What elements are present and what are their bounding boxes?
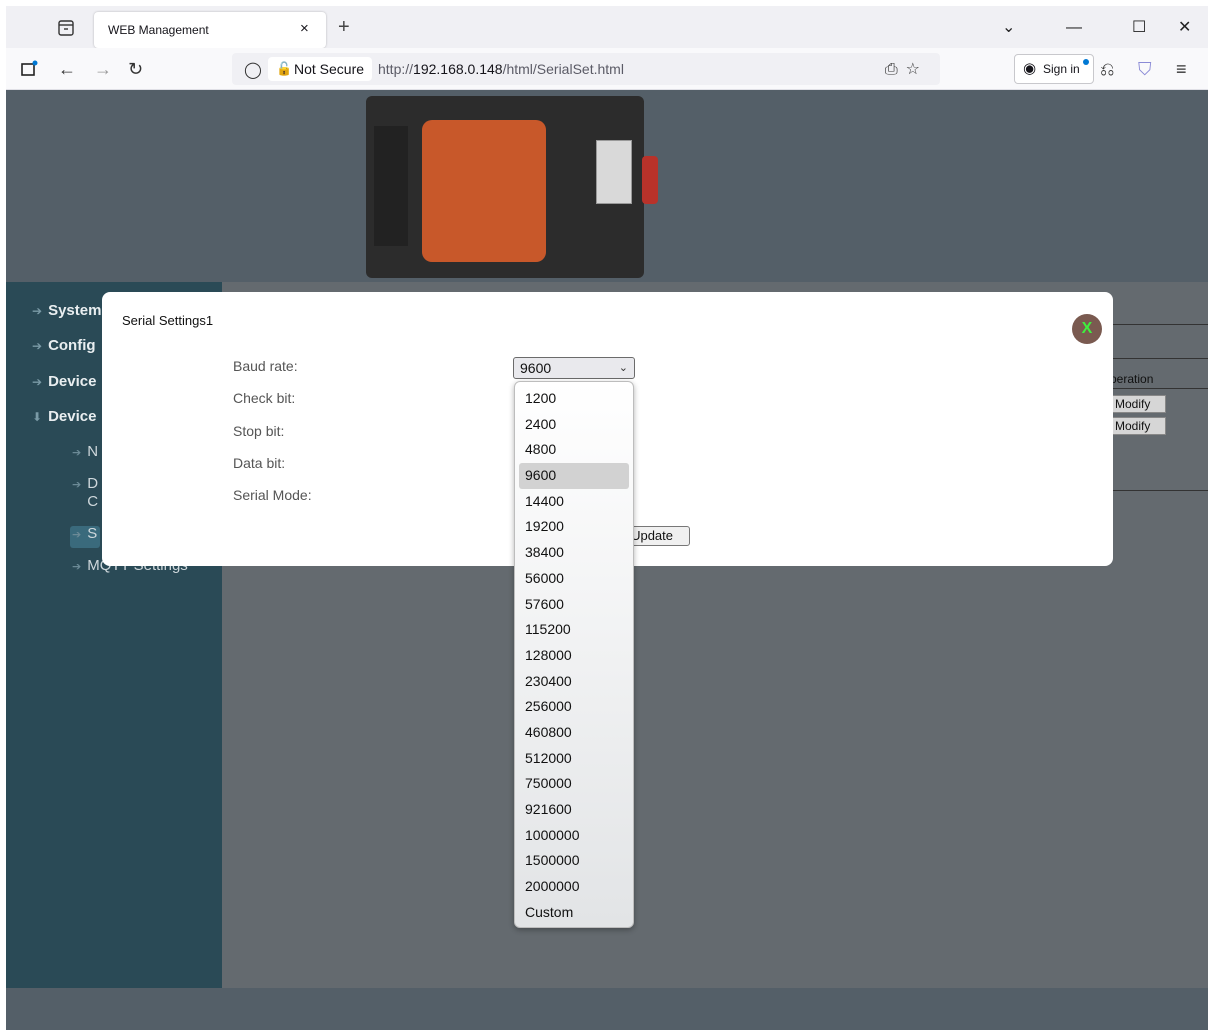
sidebar-item-device-2[interactable]: ⬇ Device [32, 408, 96, 425]
bookmark-star-icon[interactable]: ☆ [906, 61, 928, 78]
not-secure-badge[interactable]: 🔓 Not Secure [268, 57, 373, 81]
forward-icon[interactable]: → [94, 60, 112, 78]
list-all-tabs-icon[interactable]: ⌄ [1002, 20, 1015, 36]
browser-tab[interactable]: WEB Management × [94, 12, 326, 48]
window-close-icon[interactable]: ✕ [1178, 20, 1191, 36]
page-footer [6, 988, 1208, 1030]
ethernet-port [596, 140, 632, 204]
baud-option[interactable]: 1200 [515, 386, 633, 412]
sidebar-subitem-d[interactable]: ➔ D [72, 475, 98, 492]
sign-in-label: Sign in [1043, 62, 1080, 76]
table-divider [1102, 358, 1208, 359]
modal-title: Serial Settings1 [122, 313, 214, 328]
browser-navbar: ← → ↻ ◯ 🔓 Not Secure http://192.168.0.14… [6, 48, 1208, 90]
baud-option[interactable]: 921600 [515, 797, 633, 823]
minimize-icon[interactable]: — [1066, 20, 1082, 36]
mounting-clip [642, 156, 658, 204]
baud-option[interactable]: 750000 [515, 771, 633, 797]
tracking-shield-icon[interactable]: ◯ [244, 60, 262, 80]
data-bit-label: Data bit: [233, 455, 286, 471]
modify-button-1[interactable]: Modify [1110, 395, 1166, 413]
baud-option[interactable]: 512000 [515, 746, 633, 772]
baud-rate-value: 9600 [520, 360, 552, 376]
sign-in-button[interactable]: ◉ Sign in [1014, 54, 1094, 84]
baud-option[interactable]: 14400 [515, 489, 633, 515]
url-actions: ⎙☆ [885, 59, 928, 79]
baud-option[interactable]: 9600 [519, 463, 629, 489]
not-secure-label: Not Secure [294, 61, 365, 77]
sidebar-item-system[interactable]: ➔ System [32, 302, 101, 319]
account-icon: ◉ [1023, 60, 1037, 77]
tab-list-icon[interactable] [56, 18, 76, 38]
tab-close-icon[interactable]: × [300, 20, 309, 37]
baud-rate-select[interactable]: 9600 ⌄ [513, 357, 635, 379]
baud-rate-options: 1200 2400 4800 9600 14400 19200 38400 56000 5760… [515, 382, 633, 925]
url-text[interactable]: http://192.168.0.148/html/SerialSet.html [378, 61, 624, 77]
terminal-block [374, 126, 408, 246]
baud-option[interactable]: 115200 [515, 617, 633, 643]
baud-option[interactable]: Custom [515, 900, 633, 926]
sidebar-item-device-1[interactable]: ➔ Device [32, 373, 96, 390]
device-board [422, 120, 546, 262]
baud-option[interactable]: 256000 [515, 694, 633, 720]
sidebar-item-config[interactable]: ➔ Config [32, 337, 96, 354]
vpn-shield-icon[interactable]: ⛉ [1138, 60, 1152, 78]
reload-icon[interactable]: ↻ [128, 60, 143, 78]
baud-option[interactable]: 4800 [515, 437, 633, 463]
extensions-icon[interactable]: ⎌ [1100, 60, 1114, 78]
modal-close-button[interactable]: X [1072, 314, 1102, 344]
baud-option[interactable]: 38400 [515, 540, 633, 566]
baud-option[interactable]: 19200 [515, 514, 633, 540]
table-divider [1102, 324, 1208, 325]
chevron-down-icon: ⌄ [618, 362, 628, 374]
baud-option[interactable]: 1500000 [515, 848, 633, 874]
device-image [366, 96, 658, 278]
baud-option[interactable]: 2000000 [515, 874, 633, 900]
baud-option[interactable]: 1000000 [515, 823, 633, 849]
browser-titlebar: WEB Management × + ⌄ — ☐ ✕ [6, 6, 1208, 48]
check-bit-label: Check bit: [233, 390, 296, 406]
new-tab-icon[interactable]: + [338, 17, 350, 37]
serial-mode-label: Serial Mode: [233, 487, 312, 503]
baud-option[interactable]: 2400 [515, 412, 633, 438]
baud-option[interactable]: 230400 [515, 669, 633, 695]
sidebar-toggle-icon[interactable] [20, 60, 38, 81]
back-icon[interactable]: ← [58, 60, 76, 78]
baud-rate-label: Baud rate: [233, 358, 298, 374]
header-banner [6, 90, 1208, 282]
sidebar-subitem-n[interactable]: ➔ N [72, 443, 98, 460]
tab-title: WEB Management [108, 23, 209, 37]
update-button[interactable]: Update [628, 526, 690, 546]
modify-button-2[interactable]: Modify [1110, 417, 1166, 435]
stop-bit-label: Stop bit: [233, 423, 285, 439]
sidebar-subitem-c[interactable]: ➔C [72, 493, 98, 510]
baud-option[interactable]: 460800 [515, 720, 633, 746]
table-divider [1102, 490, 1208, 491]
operation-column-header: peration [1110, 372, 1154, 386]
reader-view-icon[interactable]: ⎙ [885, 61, 906, 78]
baud-option[interactable]: 128000 [515, 643, 633, 669]
insecure-lock-icon: 🔓 [276, 61, 293, 76]
baud-rate-dropdown: 1200 2400 4800 9600 14400 19200 38400 56000 5760… [514, 381, 634, 928]
baud-option[interactable]: 57600 [515, 592, 633, 618]
notification-dot [1083, 59, 1089, 65]
maximize-icon[interactable]: ☐ [1132, 20, 1146, 36]
table-divider [1102, 388, 1208, 389]
menu-icon[interactable]: ≡ [1176, 60, 1187, 78]
baud-option[interactable]: 56000 [515, 566, 633, 592]
url-bar[interactable]: ◯ 🔓 Not Secure http://192.168.0.148/html… [232, 53, 940, 85]
sidebar-subitem-serial[interactable]: ➔ S [72, 525, 97, 542]
